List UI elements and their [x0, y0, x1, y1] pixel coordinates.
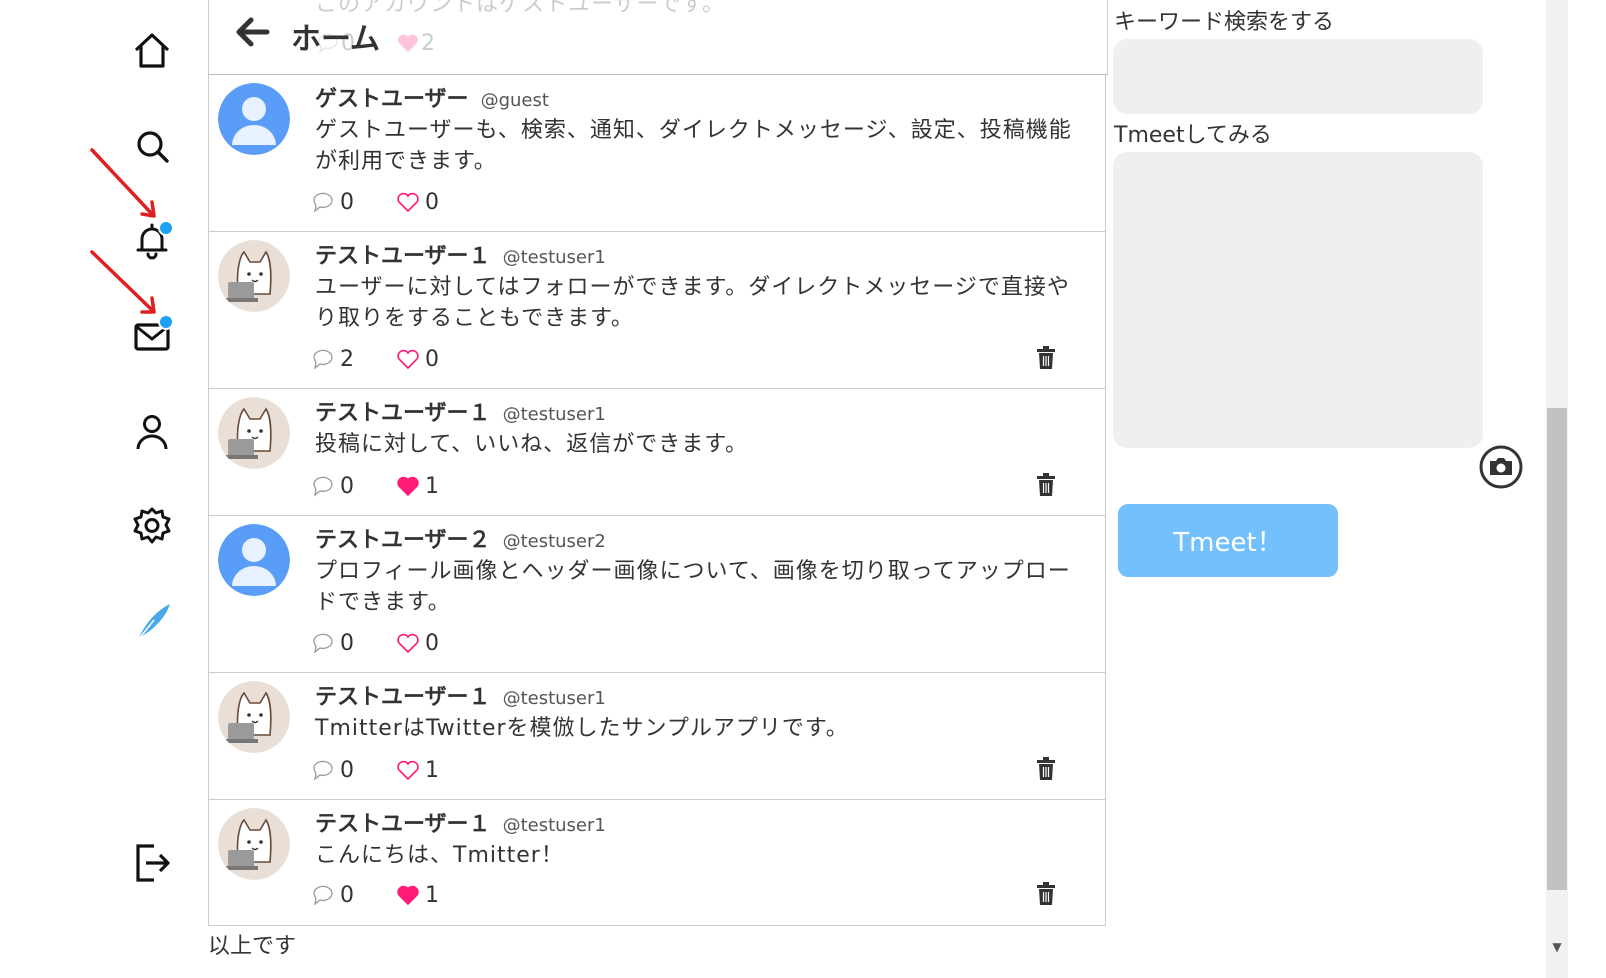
profile-icon[interactable] [128, 408, 176, 456]
post-handle: @guest [480, 90, 549, 111]
reply-button[interactable]: 0 [310, 473, 354, 499]
timeline-header: このアカウントはゲストユーザーです。 0 2 ホーム [208, 0, 1108, 75]
post-body: TmitterはTwitterを模倣したサンプルアプリです。 [315, 716, 849, 741]
post-handle: @testuser1 [502, 688, 606, 709]
reply-button[interactable]: 0 [310, 189, 354, 215]
post-body: ユーザーに対してはフォローができます。ダイレクトメッセージで直接やり取りをするこ… [315, 275, 1070, 331]
post-author[interactable]: テストユーザー１ @testuser1 [315, 238, 606, 270]
heart-filled-icon [398, 34, 418, 52]
post-card[interactable]: ゲストユーザー @guest ゲストユーザーも、検索、通知、ダイレクトメッセージ、… [208, 74, 1106, 231]
post-body: プロフィール画像とヘッダー画像について、画像を切り取ってアップロードできます。 [315, 559, 1071, 615]
like-button[interactable]: 1 [395, 882, 439, 908]
post-handle: @testuser1 [502, 404, 606, 425]
reply-bubble-icon [313, 349, 333, 370]
like-button[interactable]: 1 [395, 757, 439, 783]
reply-bubble-icon [313, 476, 333, 497]
cat-avatar[interactable] [218, 808, 290, 880]
scrollbar-thumb[interactable] [1547, 408, 1567, 890]
reply-bubble-icon [313, 885, 333, 906]
like-count: 1 [425, 473, 439, 499]
cat-avatar[interactable] [218, 240, 290, 312]
message-badge [158, 314, 174, 330]
reply-count: 0 [340, 882, 354, 908]
post-card[interactable]: テストユーザー１ @testuser1 ユーザーに対してはフォローができます。ダイ… [208, 231, 1106, 388]
post-handle: @testuser2 [502, 531, 606, 552]
reply-button[interactable]: 0 [310, 630, 354, 656]
reply-button[interactable]: 0 [310, 882, 354, 908]
tmeet-submit-button[interactable]: Tmeet！ [1118, 504, 1338, 577]
search-icon[interactable] [128, 122, 176, 170]
like-count: 0 [425, 630, 439, 656]
post-author[interactable]: ゲストユーザー @guest [315, 81, 549, 113]
like-count: 2 [395, 30, 435, 56]
heart-outline-icon [397, 633, 419, 654]
side-navigation [0, 0, 204, 978]
post-card[interactable]: テストユーザー１ @testuser1 TmitterはTwitterを模倣したサ… [208, 672, 1106, 799]
like-button[interactable]: 0 [395, 346, 439, 372]
reply-count: 0 [340, 189, 354, 215]
post-author[interactable]: テストユーザー１ @testuser1 [315, 806, 606, 838]
cat-avatar[interactable] [218, 681, 290, 753]
like-count: 1 [425, 757, 439, 783]
page-scrollbar[interactable]: ▼ [1546, 0, 1568, 978]
like-count: 1 [425, 882, 439, 908]
heart-filled-icon [397, 885, 419, 906]
timeline: ゲストユーザー @guest ゲストユーザーも、検索、通知、ダイレクトメッセージ、… [208, 0, 1108, 978]
back-arrow-icon[interactable] [231, 10, 275, 54]
search-label: キーワード検索をする [1114, 10, 1335, 35]
reply-count: 0 [340, 757, 354, 783]
like-count: 0 [425, 346, 439, 372]
page-title: ホーム [291, 22, 381, 57]
default-avatar-icon[interactable] [218, 83, 290, 155]
logout-icon[interactable] [128, 838, 176, 886]
gear-icon[interactable] [128, 502, 176, 550]
post-card[interactable]: テストユーザー１ @testuser1 こんにちは、Tmitter！ 0 1 [208, 799, 1106, 926]
reply-bubble-icon [313, 192, 333, 213]
post-author[interactable]: テストユーザー１ @testuser1 [315, 395, 606, 427]
quill-compose-icon[interactable] [128, 598, 176, 646]
notification-badge [158, 220, 174, 236]
search-input[interactable] [1113, 39, 1483, 114]
reply-button[interactable]: 0 [310, 757, 354, 783]
trash-icon[interactable] [1035, 473, 1057, 497]
post-handle: @testuser1 [502, 815, 606, 836]
like-button[interactable]: 1 [395, 473, 439, 499]
reply-bubble-icon [313, 633, 333, 654]
post-card[interactable]: テストユーザー１ @testuser1 投稿に対して、いいね、返信ができます。 0… [208, 388, 1106, 515]
compose-textarea[interactable] [1113, 152, 1483, 448]
notification-bell-icon[interactable] [128, 216, 176, 264]
like-button[interactable]: 0 [395, 189, 439, 215]
post-body: ゲストユーザーも、検索、通知、ダイレクトメッセージ、設定、投稿機能が利用できます… [315, 118, 1072, 174]
cat-avatar[interactable] [218, 397, 290, 469]
home-icon[interactable] [128, 26, 176, 74]
reply-count: 0 [340, 473, 354, 499]
heart-outline-icon [397, 760, 419, 781]
default-avatar-icon[interactable] [218, 524, 290, 596]
heart-filled-icon [397, 476, 419, 497]
post-author[interactable]: テストユーザー２ @testuser2 [315, 522, 606, 554]
reply-count: 2 [340, 346, 354, 372]
reply-bubble-icon [313, 760, 333, 781]
compose-label: Tmeetしてみる [1114, 123, 1272, 148]
heart-outline-icon [397, 349, 419, 370]
trash-icon[interactable] [1035, 882, 1057, 906]
right-panel: キーワード検索をする Tmeetしてみる Tmeet！ [1106, 0, 1546, 978]
like-count: 0 [425, 189, 439, 215]
scroll-down-arrow-icon[interactable]: ▼ [1550, 940, 1564, 954]
reply-count: 0 [340, 630, 354, 656]
end-of-timeline-text: 以上です [208, 934, 297, 959]
like-button[interactable]: 0 [395, 630, 439, 656]
trash-icon[interactable] [1035, 757, 1057, 781]
mail-icon[interactable] [128, 312, 176, 360]
post-body: 投稿に対して、いいね、返信ができます。 [315, 432, 749, 457]
heart-outline-icon [397, 192, 419, 213]
window-edge [1568, 0, 1606, 978]
trash-icon[interactable] [1035, 346, 1057, 370]
post-body: こんにちは、Tmitter！ [315, 843, 564, 868]
post-card[interactable]: テストユーザー２ @testuser2 プロフィール画像とヘッダー画像について、画… [208, 515, 1106, 672]
post-author[interactable]: テストユーザー１ @testuser1 [315, 679, 606, 711]
reply-button[interactable]: 2 [310, 346, 354, 372]
post-handle: @testuser1 [502, 247, 606, 268]
camera-icon[interactable] [1478, 444, 1524, 490]
